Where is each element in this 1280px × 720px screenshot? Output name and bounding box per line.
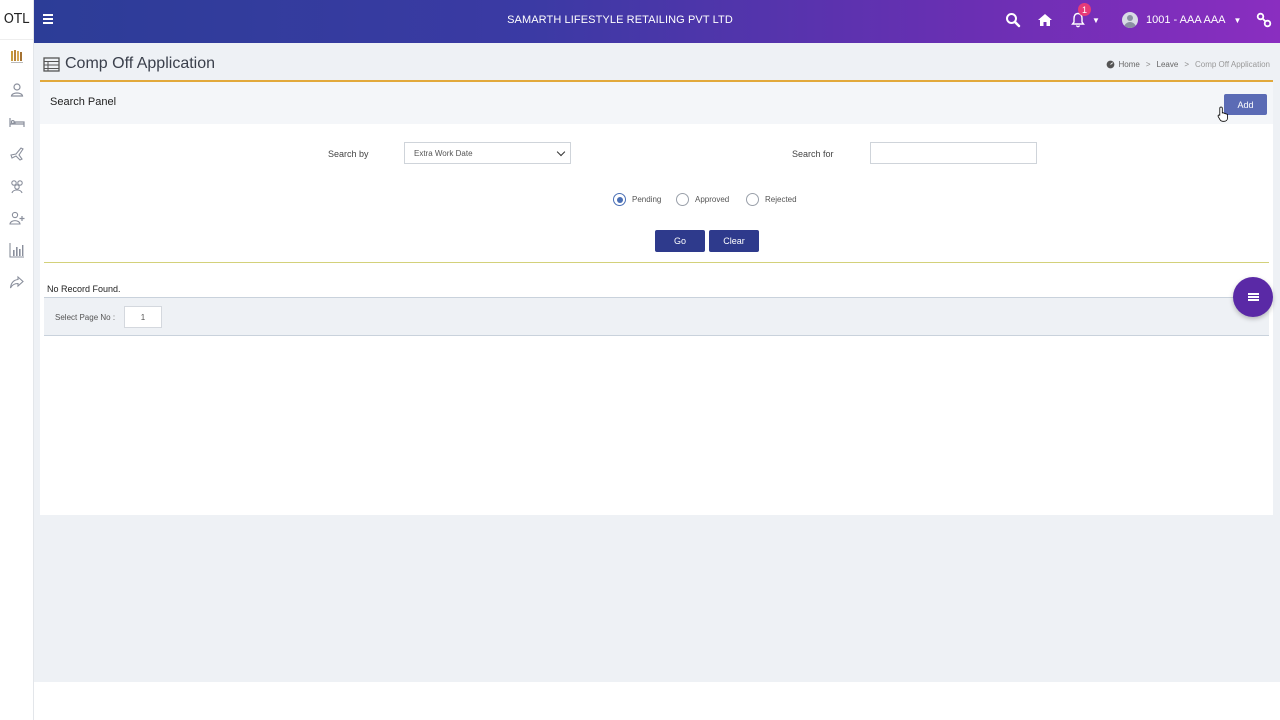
radio-rejected[interactable]: Rejected — [746, 193, 797, 206]
user-plus-icon[interactable] — [0, 202, 34, 234]
top-navbar: SAMARTH LIFESTYLE RETAILING PVT LTD 1 ▼ … — [34, 0, 1280, 43]
breadcrumb-home[interactable]: Home — [1119, 60, 1140, 69]
main-content: Comp Off Application Home > Leave > Comp… — [34, 43, 1280, 682]
notification-count-badge: 1 — [1078, 3, 1091, 16]
page-title-text: Comp Off Application — [65, 55, 216, 72]
breadcrumb: Home > Leave > Comp Off Application — [1106, 60, 1270, 69]
radio-button[interactable] — [746, 193, 759, 206]
breadcrumb-leave[interactable]: Leave — [1157, 60, 1179, 69]
avatar — [1122, 12, 1138, 28]
clear-button[interactable]: Clear — [709, 230, 759, 252]
search-by-value: Extra Work Date — [414, 148, 473, 158]
bar-chart-icon[interactable] — [0, 234, 34, 266]
bed-icon[interactable] — [0, 106, 34, 138]
share-icon[interactable] — [0, 266, 34, 298]
chevron-down-icon[interactable]: ▼ — [1092, 16, 1100, 25]
go-button[interactable]: Go — [655, 230, 705, 252]
company-name: SAMARTH LIFESTYLE RETAILING PVT LTD — [507, 14, 733, 26]
radio-button[interactable] — [676, 193, 689, 206]
mouse-pointer-icon — [1217, 106, 1228, 122]
divider — [44, 262, 1269, 263]
page-number-input[interactable] — [124, 306, 162, 328]
search-for-label: Search for — [792, 149, 834, 159]
radio-pending-label: Pending — [632, 195, 662, 204]
search-card: Search Panel Add Search by Extra Work Da… — [40, 80, 1273, 515]
radio-pending[interactable]: Pending — [613, 193, 661, 206]
chevron-down-icon: ▼ — [1233, 15, 1242, 25]
radio-button-checked[interactable] — [613, 193, 626, 206]
page-title: Comp Off Application — [43, 55, 215, 73]
notification-bell-icon[interactable]: 1 — [1070, 3, 1091, 33]
link-icon[interactable] — [1256, 12, 1272, 33]
breadcrumb-current: Comp Off Application — [1194, 60, 1270, 69]
search-panel-title: Search Panel — [50, 96, 117, 108]
dashboard-icon — [1106, 60, 1114, 69]
chevron-down-icon — [556, 147, 566, 157]
user-label: 1001 - AAA AAA — [1146, 14, 1226, 26]
search-by-select[interactable]: Extra Work Date — [404, 142, 571, 164]
left-sidebar: OTL — [0, 0, 34, 720]
logo-icon — [0, 40, 34, 74]
select-page-label: Select Page No : — [55, 313, 116, 322]
plane-icon[interactable] — [0, 138, 34, 170]
group-icon[interactable] — [0, 170, 34, 202]
radio-approved-label: Approved — [695, 195, 730, 204]
pagination-bar: Select Page No : — [44, 297, 1269, 336]
search-panel-header: Search Panel Add — [40, 82, 1273, 124]
user-menu[interactable]: 1001 - AAA AAA ▼ — [1122, 12, 1241, 28]
table-icon — [43, 56, 60, 72]
search-icon[interactable] — [1005, 12, 1021, 33]
brand-logo[interactable]: OTL — [0, 0, 33, 40]
no-record-message: No Record Found. — [47, 284, 121, 294]
search-by-label: Search by — [328, 149, 369, 159]
add-button[interactable]: Add — [1224, 94, 1267, 115]
home-icon[interactable] — [1037, 12, 1053, 33]
search-for-input[interactable] — [870, 142, 1037, 164]
radio-approved[interactable]: Approved — [676, 193, 729, 206]
breadcrumb-separator: > — [1145, 60, 1151, 69]
floating-menu-button[interactable] — [1233, 277, 1273, 317]
breadcrumb-separator: > — [1184, 60, 1189, 69]
radio-rejected-label: Rejected — [765, 195, 797, 204]
user-icon[interactable] — [0, 74, 34, 106]
menu-icon — [1247, 292, 1259, 303]
